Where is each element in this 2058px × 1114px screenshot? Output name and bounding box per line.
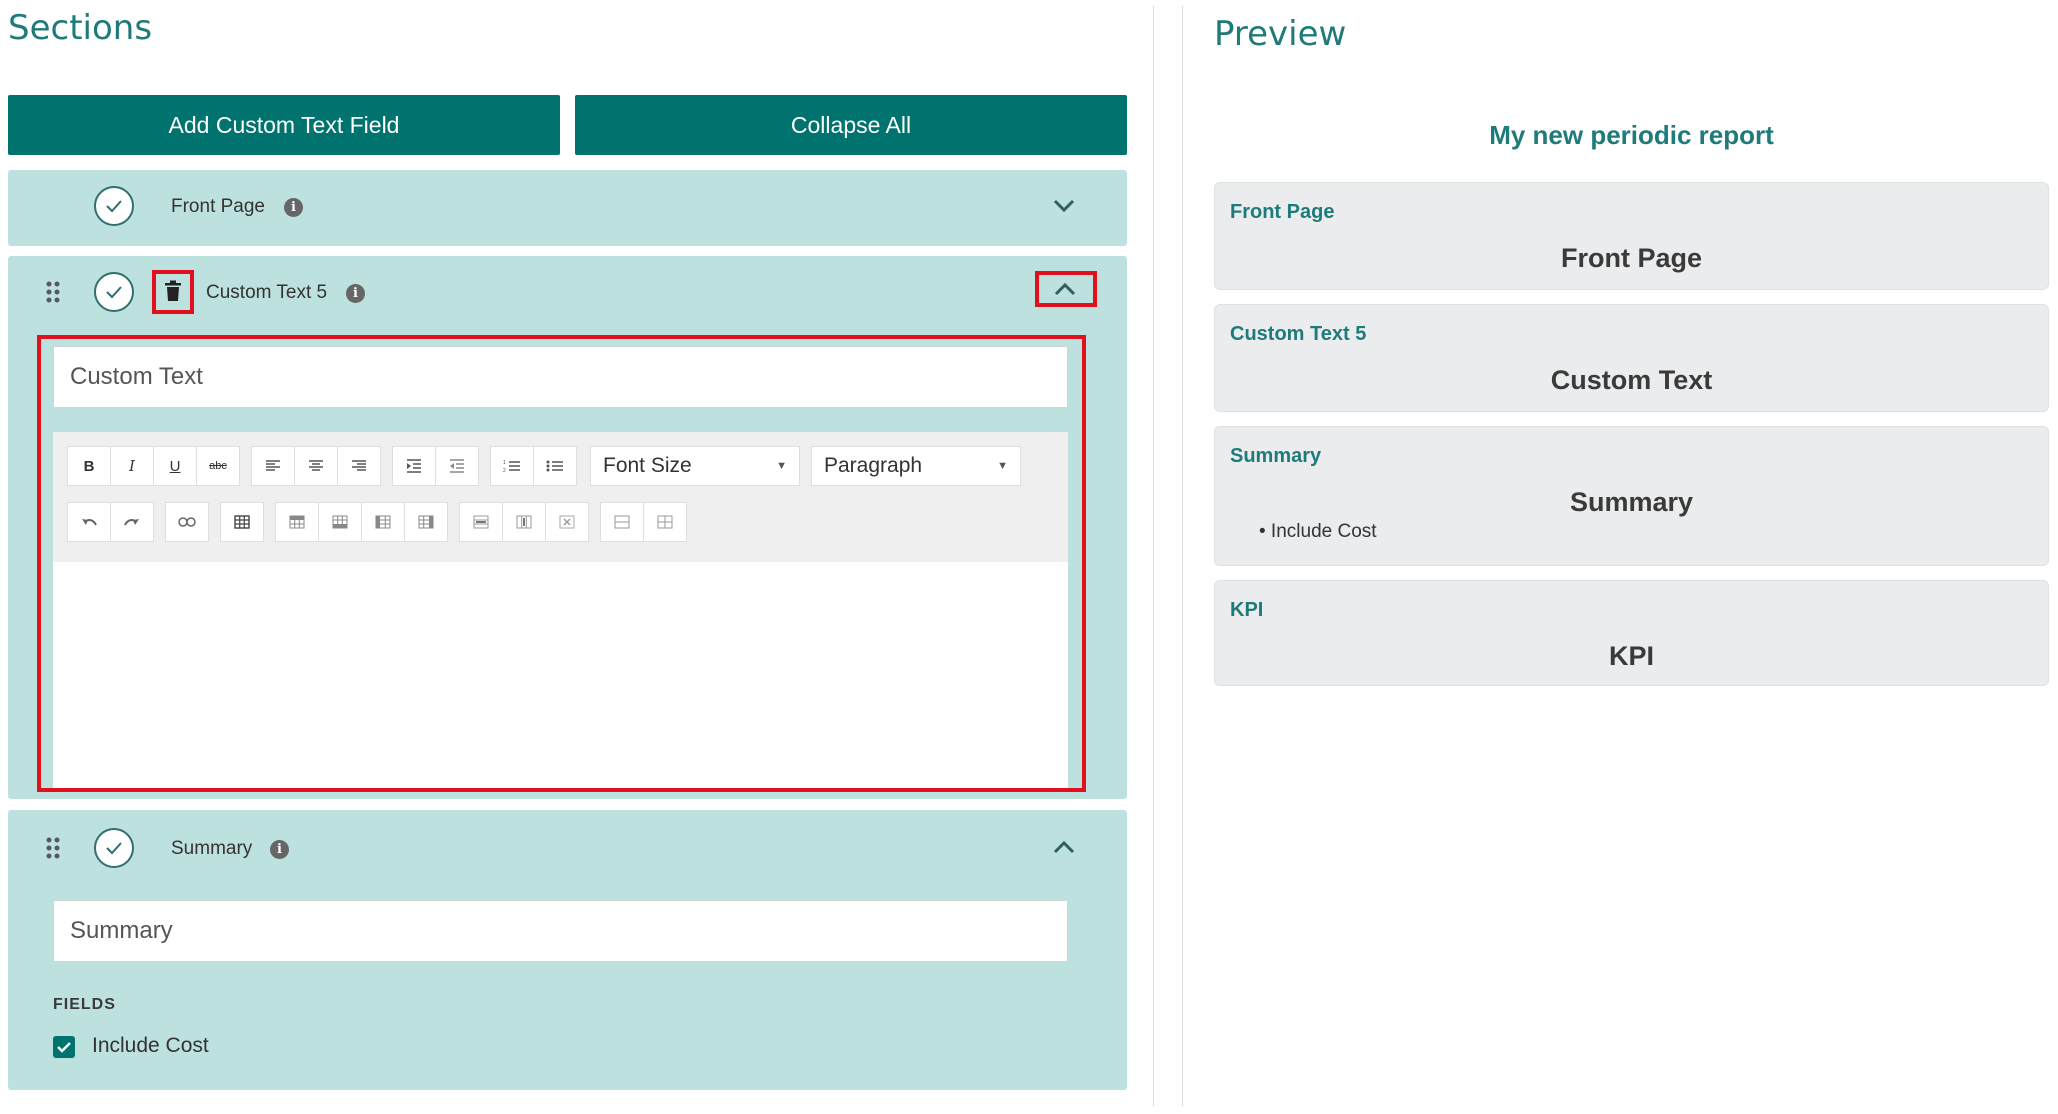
drag-handle-icon[interactable] [45,836,61,860]
fields-label: FIELDS [53,996,116,1013]
preview-card-kpi: KPI KPI [1214,580,2049,686]
section-label: Summary [171,838,253,859]
column-divider [1153,6,1183,1106]
check-circle-icon[interactable] [94,272,134,312]
card-heading: Front Page [1560,243,1702,273]
card-heading: Custom Text [1550,365,1713,395]
include-cost-checkbox[interactable] [53,1036,75,1058]
preview-card-front-page: Front Page Front Page [1214,182,2049,290]
card-title: Summary [1230,445,1322,467]
report-title: My new periodic report [1489,120,1774,150]
preview-heading: Preview [1214,14,1347,54]
info-icon[interactable]: i [346,284,365,303]
section-summary: Summary i Summary FIELDS Include Cost [8,810,1127,1090]
section-custom-text: Custom Text 5 i Custom Text B I U abc 12 [8,256,1127,799]
preview-card-summary: Summary Summary • Include Cost [1214,426,2049,566]
preview-card-custom-text: Custom Text 5 Custom Text [1214,304,2049,412]
check-circle-icon[interactable] [94,186,134,226]
editor-highlight [37,335,1086,792]
section-label: Custom Text 5 [206,282,328,303]
section-front-page: Front Page i [8,170,1127,246]
check-circle-icon[interactable] [94,828,134,868]
include-cost-label: Include Cost [92,1034,209,1057]
card-title: Custom Text 5 [1230,323,1367,345]
chevron-up-icon[interactable] [1052,839,1076,855]
summary-title-input[interactable]: Summary [53,900,1068,962]
info-icon[interactable]: i [284,198,303,217]
card-title: KPI [1230,599,1264,621]
section-label: Front Page [171,196,265,217]
card-heading: KPI [1608,641,1654,671]
trash-icon[interactable] [164,280,182,302]
sections-heading: Sections [8,8,153,48]
card-heading: Summary [1569,487,1694,517]
collapse-all-button[interactable]: Collapse All [575,95,1127,155]
add-custom-text-field-button[interactable]: Add Custom Text Field [8,95,560,155]
chevron-up-icon[interactable] [1053,281,1077,297]
info-icon[interactable]: i [270,840,289,859]
drag-handle-icon[interactable] [45,280,61,304]
chevron-down-icon[interactable] [1052,198,1076,214]
card-bullet: • Include Cost [1259,521,1377,542]
card-title: Front Page [1230,201,1335,223]
